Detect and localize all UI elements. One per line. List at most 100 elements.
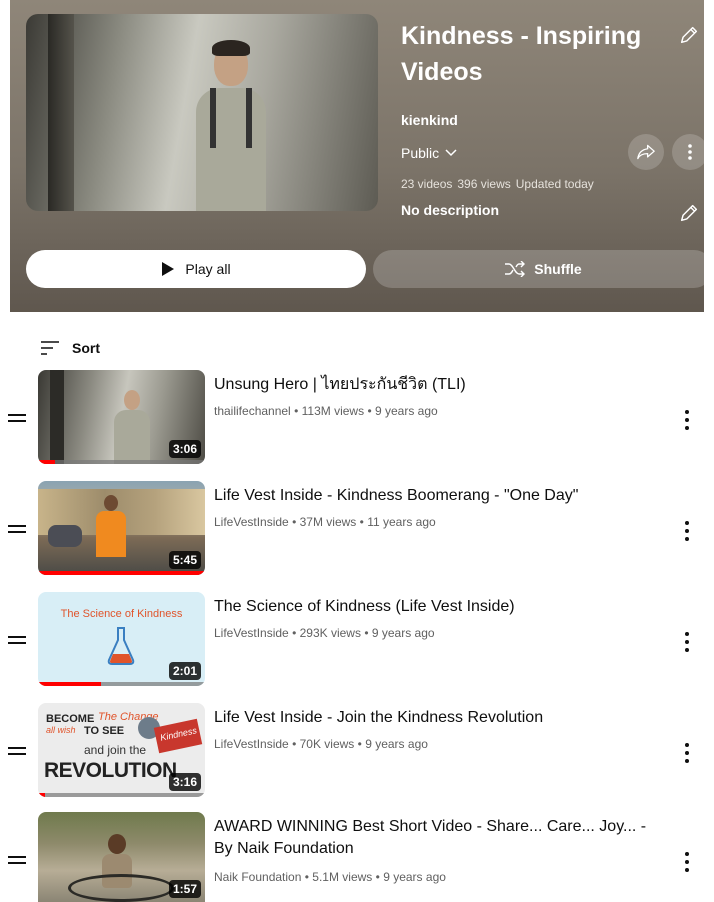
duration-badge: 3:16 (168, 773, 201, 791)
video-views: 70K views (299, 737, 355, 751)
thumb-text-wish: all wish (46, 725, 76, 735)
video-age: 9 years ago (365, 737, 428, 751)
video-thumbnail[interactable]: 5:45 (38, 481, 205, 575)
playlist-video-row[interactable]: 3:06 Unsung Hero | ไทยประกันชีวิต (TLI) … (0, 370, 714, 470)
meta-separator: • (294, 404, 299, 418)
playlist-header: Kindness - Inspiring Videos kienkind Pub… (10, 0, 713, 312)
video-channel[interactable]: LifeVestInside (214, 737, 289, 751)
video-more-icon[interactable] (684, 632, 690, 652)
meta-separator: • (292, 737, 297, 751)
watch-progress-bar (38, 460, 55, 464)
video-title[interactable]: AWARD WINNING Best Short Video - Share..… (214, 816, 654, 860)
video-title[interactable]: Life Vest Inside - Join the Kindness Rev… (214, 707, 654, 729)
video-channel[interactable]: LifeVestInside (214, 626, 289, 640)
meta-separator: • (375, 870, 380, 884)
video-more-icon[interactable] (684, 852, 690, 872)
video-channel[interactable]: Naik Foundation (214, 870, 301, 884)
playlist-video-row[interactable]: BECOME The Change all wish TO SEE Kindne… (0, 703, 714, 803)
video-views: 37M views (299, 515, 357, 529)
playlist-hero-thumbnail[interactable] (26, 14, 378, 211)
thumb-scene-car (48, 525, 82, 547)
video-meta: Naik Foundation • 5.1M views • 9 years a… (214, 870, 446, 884)
play-all-label: Play all (185, 261, 231, 277)
privacy-dropdown[interactable]: Public (401, 145, 458, 161)
watch-progress-bar (38, 793, 45, 797)
thumb-text-become: BECOME (46, 713, 95, 725)
updated-label: Updated today (515, 177, 594, 191)
video-meta: LifeVestInside • 37M views • 11 years ag… (214, 515, 436, 529)
view-count: 396 views (457, 177, 511, 191)
video-meta: LifeVestInside • 293K views • 9 years ag… (214, 626, 435, 640)
sort-button[interactable]: Sort (40, 340, 100, 356)
video-title[interactable]: Unsung Hero | ไทยประกันชีวิต (TLI) (214, 374, 654, 396)
progress-track (38, 793, 205, 797)
video-title[interactable]: Life Vest Inside - Kindness Boomerang - … (214, 485, 654, 507)
thumb-text-join: and join the (84, 743, 147, 757)
video-thumbnail[interactable]: 1:57 (38, 812, 205, 902)
playlist-stats: 23 videos 396 views Updated today (401, 177, 594, 191)
video-age: 9 years ago (374, 404, 438, 418)
video-more-icon[interactable] (684, 410, 690, 430)
more-options-button[interactable] (672, 134, 708, 170)
duration-badge: 1:57 (168, 880, 201, 898)
video-title[interactable]: The Science of Kindness (Life Vest Insid… (214, 596, 654, 618)
meta-separator: • (292, 626, 297, 640)
video-more-icon[interactable] (684, 743, 690, 763)
drag-handle-icon[interactable] (8, 856, 26, 866)
shuffle-icon (505, 261, 526, 277)
drag-handle-icon[interactable] (8, 414, 26, 424)
video-views: 293K views (299, 626, 361, 640)
video-thumbnail[interactable]: BECOME The Change all wish TO SEE Kindne… (38, 703, 205, 797)
thumb-science-text: The Science of Kindness (60, 608, 183, 620)
flask-icon (107, 627, 135, 665)
thumb-scene-tyre (68, 874, 174, 902)
video-count: 23 videos (401, 177, 453, 191)
thumb-scene-body (114, 410, 150, 464)
duration-badge: 2:01 (168, 662, 201, 680)
thumb-scene-head (104, 495, 118, 511)
video-age: 9 years ago (371, 626, 435, 640)
watch-progress-bar (38, 682, 102, 686)
sort-label: Sort (72, 340, 100, 356)
thumb-scene-head (124, 390, 140, 410)
video-channel[interactable]: LifeVestInside (214, 515, 289, 529)
video-views: 113M views (301, 404, 365, 418)
edit-description-pencil-icon[interactable] (678, 202, 700, 224)
video-age: 9 years ago (383, 870, 446, 884)
thumb-scene-pole (50, 370, 64, 464)
edit-title-pencil-icon[interactable] (678, 24, 700, 46)
meta-separator: • (364, 626, 369, 640)
meta-separator: • (304, 870, 309, 884)
thumb-text-tosee: TO SEE (84, 725, 125, 737)
playlist-owner-channel[interactable]: kienkind (401, 112, 458, 128)
playlist-video-row[interactable]: 1:57 AWARD WINNING Best Short Video - Sh… (0, 812, 714, 902)
play-icon (162, 262, 175, 276)
playlist-description: No description (401, 202, 500, 218)
video-meta: thailifechannel • 113M views • 9 years a… (214, 404, 438, 418)
play-all-button[interactable]: Play all (26, 250, 366, 288)
sort-icon (41, 341, 59, 355)
video-channel[interactable]: thailifechannel (214, 404, 291, 418)
thumb-scene-person (196, 40, 266, 211)
drag-handle-icon[interactable] (8, 525, 26, 535)
video-more-icon[interactable] (684, 521, 690, 541)
playlist-video-row[interactable]: 5:45 Life Vest Inside - Kindness Boomera… (0, 481, 714, 581)
drag-handle-icon[interactable] (8, 636, 26, 646)
playlist-video-row[interactable]: The Science of Kindness 2:01 The Science… (0, 592, 714, 692)
drag-handle-icon[interactable] (8, 747, 26, 757)
meta-separator: • (357, 737, 362, 751)
video-thumbnail[interactable]: 3:06 (38, 370, 205, 464)
thumb-scene-pole (48, 14, 74, 211)
shuffle-label: Shuffle (534, 261, 582, 277)
shuffle-button[interactable]: Shuffle (373, 250, 713, 288)
thumb-text-revolution: REVOLUTION (44, 759, 177, 782)
meta-separator: • (359, 515, 364, 529)
video-thumbnail[interactable]: The Science of Kindness 2:01 (38, 592, 205, 686)
progress-track (38, 460, 205, 464)
meta-separator: • (292, 515, 297, 529)
share-button[interactable] (628, 134, 664, 170)
meta-separator: • (367, 404, 372, 418)
chevron-down-icon (445, 149, 457, 157)
duration-badge: 5:45 (168, 551, 201, 569)
video-meta: LifeVestInside • 70K views • 9 years ago (214, 737, 428, 751)
